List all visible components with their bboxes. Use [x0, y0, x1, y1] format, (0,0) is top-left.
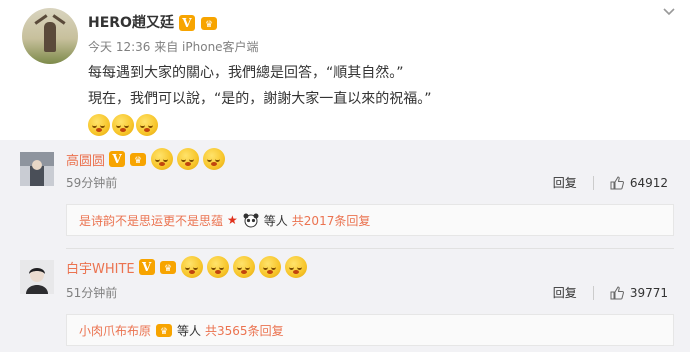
commenter-avatar[interactable] [20, 152, 54, 186]
comment-actions: 回复 39771 [553, 284, 668, 301]
svg-text:♛: ♛ [134, 156, 142, 166]
vip-crown-icon: ♛ [159, 261, 176, 274]
star-icon: ★ [227, 213, 238, 227]
thumbs-up-icon[interactable] [610, 285, 624, 300]
divider [592, 285, 594, 300]
crown-icon: ♛ [156, 324, 173, 337]
commenter-name-row: 高圆圆 V ♛ [66, 148, 226, 170]
post-author[interactable]: HERO趙又廷 V ♛ [88, 12, 218, 32]
verified-badge-icon: V [138, 259, 155, 275]
post-source: 来自 iPhone客户端 [154, 40, 259, 54]
post-time[interactable]: 今天 12:36 [88, 40, 150, 54]
post-author-name[interactable]: HERO趙又廷 [88, 15, 174, 31]
shy-face-icon [258, 256, 281, 278]
svg-text:♛: ♛ [205, 20, 213, 30]
thumbs-up-icon[interactable] [610, 175, 624, 190]
sub-reply-total[interactable]: 共2017条回复 [292, 212, 371, 229]
verified-badge-icon: V [178, 15, 195, 31]
sub-replies-preview[interactable]: 小肉爪布布原 ♛ 等人 共3565条回复 [66, 314, 674, 346]
avatar[interactable] [22, 8, 78, 64]
post-meta: 今天 12:36 来自 iPhone客户端 [88, 38, 259, 55]
shy-face-icon [203, 148, 226, 170]
commenter-name-row: 白宇WHITE V ♛ [66, 256, 307, 278]
vip-crown-icon: ♛ [200, 17, 217, 30]
sub-replies-preview[interactable]: 是诗韵不是思运更不是思蕴 ★ 等人 共2017条回复 [66, 204, 674, 236]
sub-reply-suffix: 等人 [177, 323, 202, 338]
weibo-post: HERO趙又廷 V ♛ 今天 12:36 来自 iPhone客户端 每每遇到大家… [0, 0, 690, 140]
verified-badge-icon: V [109, 151, 126, 167]
commenter-name[interactable]: 白宇WHITE [66, 258, 135, 277]
shy-face-icon [177, 148, 200, 170]
like-count[interactable]: 39771 [630, 286, 668, 300]
reply-button[interactable]: 回复 [553, 284, 577, 301]
shy-face-icon [232, 256, 255, 278]
comment-time: 51分钟前 [66, 286, 118, 300]
shy-face-icon [284, 256, 307, 278]
vip-crown-icon: ♛ [130, 153, 147, 166]
comment-time: 59分钟前 [66, 176, 118, 190]
sub-reply-user[interactable]: 小肉爪布布原 [79, 322, 151, 339]
comment-actions: 回复 64912 [553, 174, 668, 191]
commenter-avatar[interactable] [20, 260, 54, 294]
post-emoji-row [88, 114, 158, 136]
shy-face-icon [206, 256, 229, 278]
shy-face-icon [88, 114, 110, 136]
sub-reply-suffix: 等人 [263, 213, 288, 228]
comment-divider [66, 248, 674, 249]
comments-section: 高圆圆 V ♛ 59分钟前 回复 64912 是诗韵不是思运更不是思蕴 ★ 等人… [0, 140, 690, 352]
like-count[interactable]: 64912 [630, 176, 668, 190]
commenter-name[interactable]: 高圆圆 [66, 150, 105, 169]
svg-text:♛: ♛ [164, 264, 172, 274]
divider [592, 175, 594, 190]
shy-face-icon [112, 114, 134, 136]
post-text-line-1: 每每遇到大家的關心，我們總是回答，“順其自然。” [88, 65, 404, 81]
sub-reply-user[interactable]: 是诗韵不是思运更不是思蕴 [79, 212, 223, 229]
reply-button[interactable]: 回复 [553, 174, 577, 191]
panda-icon [243, 213, 259, 228]
post-text-line-2: 現在，我們可以說，“是的，謝謝大家一直以來的祝福。” [88, 91, 432, 107]
chevron-down-icon[interactable] [662, 4, 676, 18]
svg-text:♛: ♛ [160, 327, 168, 337]
shy-face-icon [151, 148, 174, 170]
shy-face-icon [136, 114, 158, 136]
sub-reply-total[interactable]: 共3565条回复 [205, 322, 284, 339]
shy-face-icon [180, 256, 203, 278]
